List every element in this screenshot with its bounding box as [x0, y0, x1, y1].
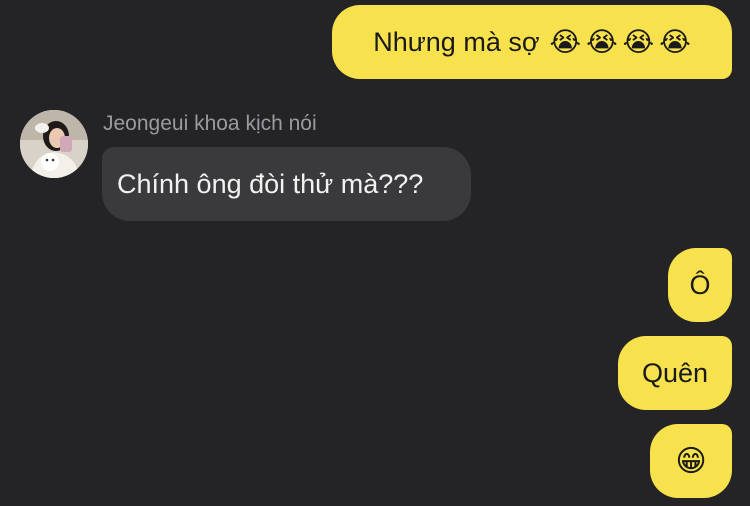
- message-outgoing-2[interactable]: Ô: [668, 248, 732, 322]
- message-outgoing-1[interactable]: Nhưng mà sợ 😭 😭 😭 😭: [332, 5, 732, 79]
- message-outgoing-4[interactable]: 😁: [650, 424, 732, 498]
- contact-avatar[interactable]: [20, 110, 88, 178]
- contact-name: Jeongeui khoa kịch nói: [103, 112, 317, 135]
- message-outgoing-3[interactable]: Quên: [618, 336, 732, 410]
- crying-emoji-group: 😭 😭 😭 😭: [550, 27, 691, 58]
- loudly-crying-face-icon: 😭: [549, 26, 582, 57]
- loudly-crying-face-icon: 😭: [659, 26, 691, 57]
- message-incoming-1[interactable]: Chính ông đòi thử mà???: [102, 147, 471, 221]
- message-text: Ô: [689, 269, 711, 300]
- loudly-crying-face-icon: 😭: [622, 26, 655, 57]
- message-text: Chính ông đòi thử mà???: [117, 168, 424, 199]
- avatar-photo-icon: [20, 110, 88, 178]
- message-text: Quên: [641, 357, 709, 388]
- grinning-face-icon: 😁: [675, 444, 707, 478]
- loudly-crying-face-icon: 😭: [586, 26, 618, 57]
- message-text: Nhưng mà sợ: [373, 26, 540, 57]
